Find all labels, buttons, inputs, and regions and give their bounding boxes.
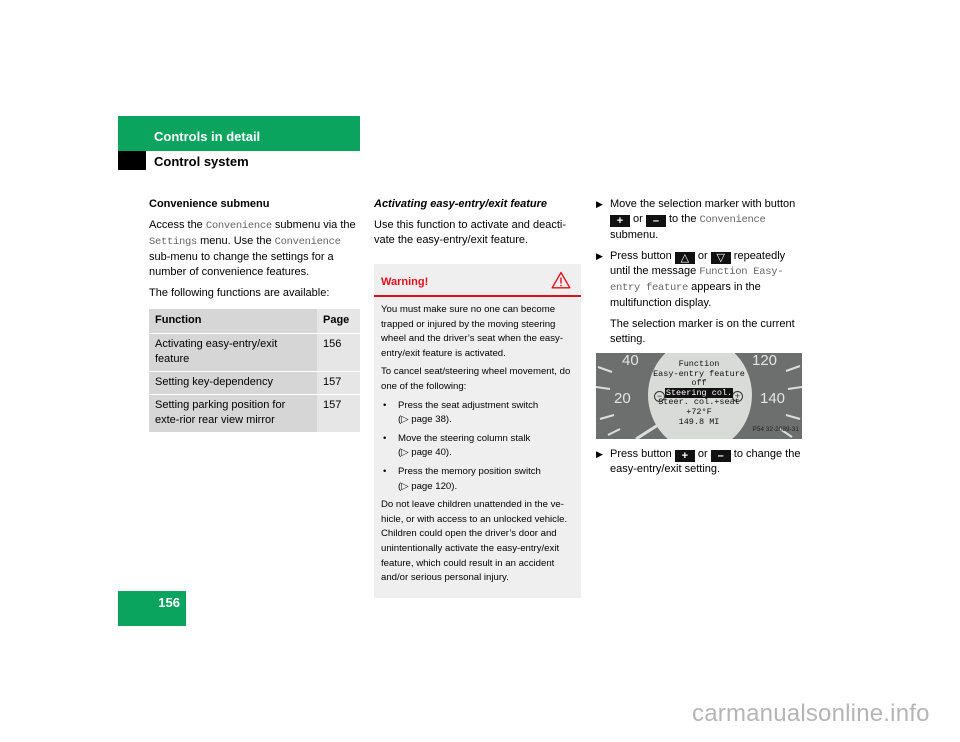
warning-header: Warning! [374,264,581,297]
selection-note: The selection marker is on the current s… [610,318,795,345]
warning-body: You must make sure no one can become tra… [374,297,581,586]
mono-term: Settings [149,236,198,248]
minus-button-icon: – [710,450,731,462]
section-title: Controls in detail [154,129,261,144]
page-ref-link[interactable]: (▷ page 40). [398,447,452,458]
watermark: carmanualsonline.info [692,700,930,727]
section-header-bar: Controls in detail [118,116,360,151]
bullet-icon: • [383,465,387,477]
header-function: Function [149,309,317,334]
warning-list: • Press the seat adjustment switch (▷ page… [381,399,574,495]
easy-entry-intro: Use this function to activate and deacti… [374,219,566,246]
step-3: ▶ Press button + or – to change the easy… [596,447,806,477]
text: or [694,448,711,460]
text: submenu. [610,229,659,241]
functions-intro: The following functions are available: [149,287,330,299]
minus-button-icon: – [645,215,666,227]
list-text: Press the seat adjustment switch [398,399,539,411]
intro-paragraph: Access the Convenience submenu via the S… [149,218,361,280]
cell-function: Setting parking position for exte-rior r… [149,394,317,433]
list-text: Move the steering column stalk [398,432,531,444]
right-column: ▶ Move the selection marker with button … [596,197,806,483]
warning-p1: You must make sure no one can become tra… [381,304,564,359]
warning-box: Warning! You must make sure no one can b… [374,264,581,598]
list-item: • Press the memory position switch (▷ page… [381,465,574,494]
table-row: Setting key-dependency 157 [149,371,360,395]
multifunction-display-image: 40 20 120 140 − + Function Easy-entry fe… [596,353,802,439]
subsection-title: Control system [154,154,249,169]
text: or [630,213,646,225]
step-arrow-icon: ▶ [596,251,603,261]
text: sub-menu to change the settings for a nu… [149,251,334,278]
bullet-icon: • [383,399,387,411]
list-item: • Press the seat adjustment switch (▷ page… [381,399,574,428]
cell-page[interactable]: 157 [317,371,360,395]
up-button-icon: △ [674,252,695,264]
step-1: ▶ Move the selection marker with button … [596,197,806,243]
mono-term: Convenience [274,236,341,248]
image-reference: P54 32-2089-31 [752,426,799,433]
list-item: • Move the steering column stalk (▷ page 4… [381,432,574,461]
text: or [694,250,711,262]
warning-title: Warning! [381,276,429,288]
bullet-icon: • [383,432,387,444]
header-page: Page [317,309,360,334]
text: submenu via the [271,219,356,231]
down-button-icon: ▽ [710,252,731,264]
display-text: Function Easy-entry feature off Steering… [596,359,802,427]
easy-entry-heading: Activating easy-entry/exit feature [374,198,548,210]
list-text: Press the memory position switch [398,465,541,477]
table-header-row: Function Page [149,309,360,334]
cell-page[interactable]: 156 [317,333,360,372]
plus-button-icon: + [610,215,630,227]
text: Move the selection marker with button [610,198,796,210]
warning-p3: Do not leave children unattended in the … [381,499,568,584]
mono-term: Convenience [205,220,272,232]
cell-function: Setting key-dependency [149,371,317,395]
step-arrow-icon: ▶ [596,449,603,459]
text: Access the [149,219,206,231]
cell-function: Activating easy-entry/exit feature [149,333,317,372]
section-marker [118,151,146,170]
warning-triangle-icon [551,271,571,289]
page-number-tab: 156 [118,591,186,626]
text: menu. Use the [197,235,275,247]
page-ref-link[interactable]: (▷ page 38). [398,414,452,425]
selection-marker: Steering col. [664,387,734,398]
step-arrow-icon: ▶ [596,199,603,209]
page-number: 156 [158,595,180,610]
cell-page[interactable]: 157 [317,394,360,433]
convenience-heading: Convenience submenu [149,198,270,210]
functions-table: Function Page Activating easy-entry/exit… [149,309,360,433]
mono-term: Convenience [699,214,766,226]
page-ref-link[interactable]: (▷ page 120). [398,481,457,492]
text: Press button [610,250,675,262]
text: to the [665,213,700,225]
middle-column: Activating easy-entry/exit feature Use t… [374,197,581,598]
table-row: Activating easy-entry/exit feature 156 [149,333,360,372]
table-row: Setting parking position for exte-rior r… [149,394,360,433]
left-column: Convenience submenu Access the Convenien… [149,197,361,433]
step-2: ▶ Press button △ or ▽ repeatedly until t… [596,249,806,311]
warning-p2: To cancel seat/steering wheel movement, … [381,366,571,392]
plus-button-icon: + [674,450,695,462]
text: Press button [610,448,675,460]
